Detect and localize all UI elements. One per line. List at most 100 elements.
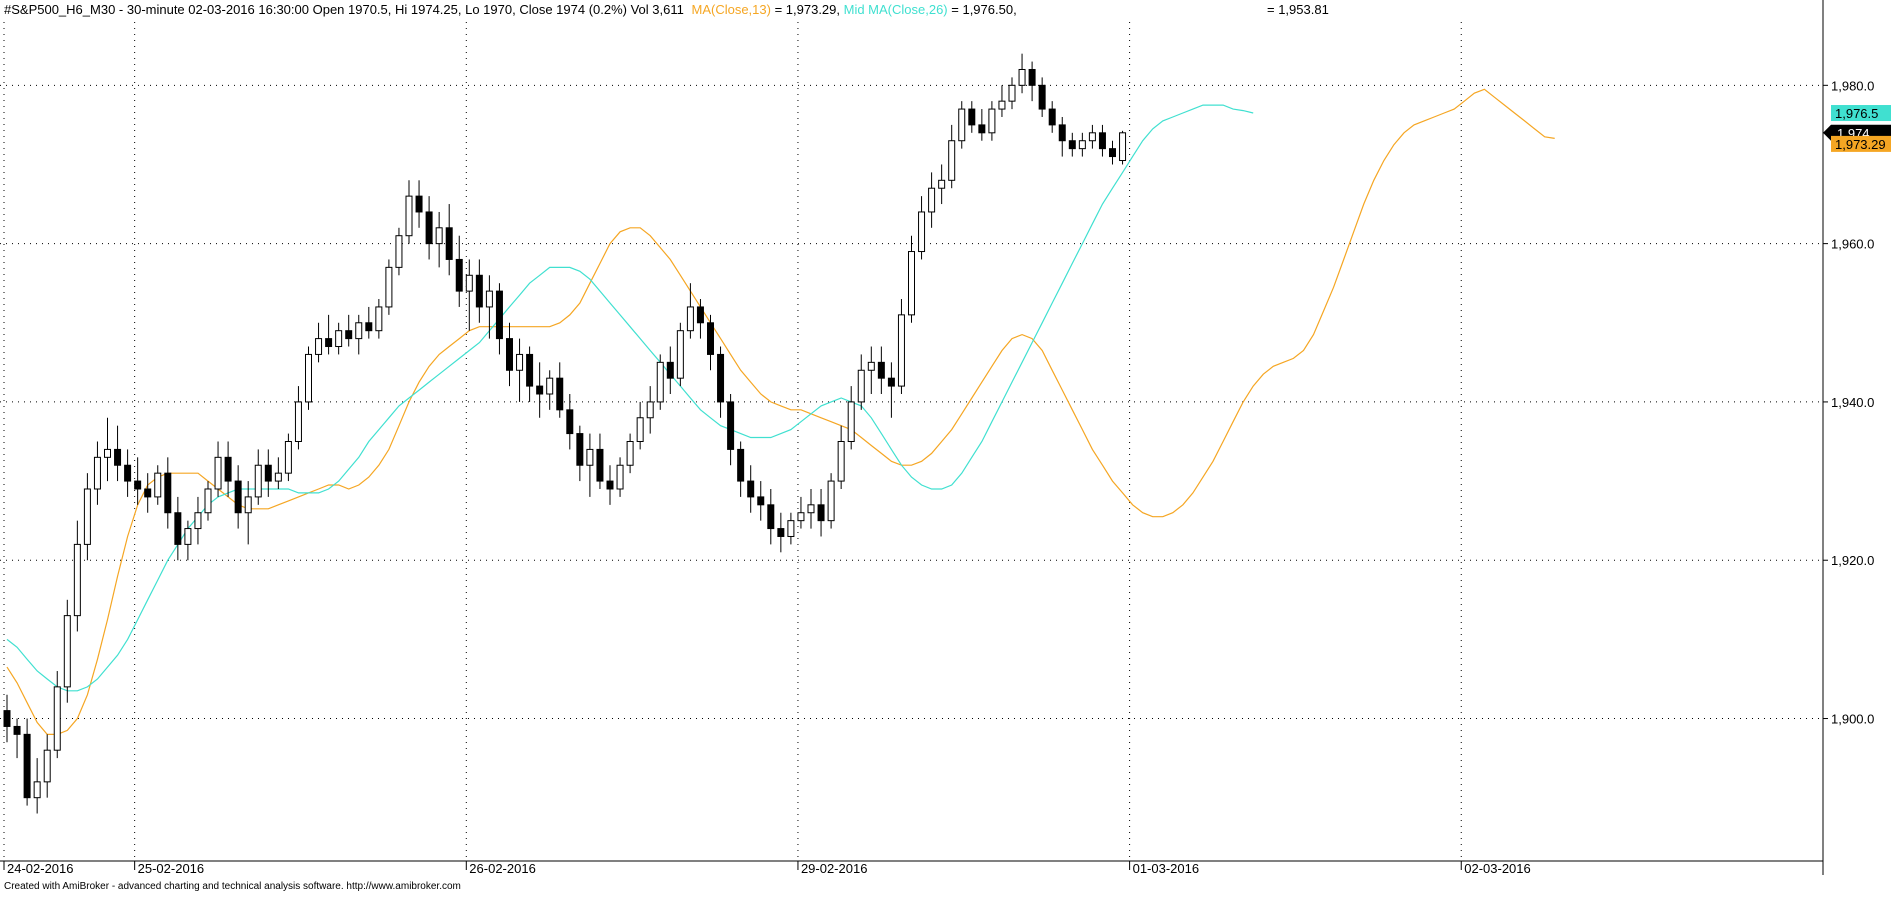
candle-body (556, 377, 564, 411)
candle-body (837, 441, 845, 482)
candle-body (606, 480, 614, 490)
candle-body (747, 480, 755, 498)
candle-body (1119, 132, 1127, 162)
candle-body (656, 361, 664, 403)
candle-body (114, 448, 122, 466)
candle (656, 354, 664, 410)
candle-body (847, 401, 855, 442)
candle-body (626, 441, 634, 466)
candle-body (204, 488, 212, 514)
x-tick-label: 24-02-2016 (7, 861, 74, 876)
candle-body (294, 401, 302, 442)
candle (676, 322, 684, 387)
candle-body (616, 464, 624, 490)
candle (827, 473, 835, 529)
candle-body (415, 195, 423, 213)
candle-body (596, 448, 604, 482)
candle-body (485, 290, 493, 308)
candle-body (23, 733, 31, 799)
candle-body (707, 322, 714, 355)
y-tick-label: 1,940.0 (1831, 395, 1874, 410)
candle-body (93, 456, 101, 490)
candle-body (887, 377, 895, 387)
candle-body (224, 456, 232, 482)
candle-body (877, 361, 885, 379)
footer-credit: Created with AmiBroker - advanced charti… (4, 881, 461, 892)
candle-body (53, 686, 61, 751)
candle-body (1028, 68, 1036, 86)
ma13-value-badge-text: 1,973.29 (1835, 137, 1886, 152)
candle-body (365, 322, 373, 332)
candle-body (646, 401, 654, 419)
x-tick-label: 26-02-2016 (469, 861, 536, 876)
candle-body (777, 528, 785, 537)
candle-body (435, 227, 443, 245)
candle-body (194, 512, 202, 530)
ma26-value-badge-text: 1,976.5 (1835, 106, 1878, 121)
candle-body (274, 472, 282, 482)
candle-body (455, 258, 463, 292)
y-tick-label: 1,960.0 (1831, 237, 1874, 252)
candle-body (134, 480, 142, 490)
candle-body (797, 512, 805, 522)
candle-body (1109, 148, 1116, 158)
candle-body (355, 322, 363, 340)
candle-body (475, 274, 483, 308)
candle-body (445, 227, 453, 260)
x-tick-label: 25-02-2016 (138, 861, 205, 876)
x-tick-label: 01-03-2016 (1133, 861, 1200, 876)
candle-body (867, 361, 875, 371)
candle-body (566, 409, 574, 435)
candle-body (897, 314, 905, 387)
candle-body (264, 464, 272, 482)
ma13-value-badge: 1,973.29 (1831, 135, 1891, 152)
candle-body (184, 528, 192, 545)
candle-body (315, 338, 323, 355)
candle-body (807, 504, 815, 514)
candle-body (63, 615, 71, 688)
candle-body (938, 179, 946, 189)
candle-body (124, 464, 132, 482)
candle (385, 259, 393, 315)
y-tick-label: 1,920.0 (1831, 553, 1874, 568)
extra-indicator-value: = 1,953.81 (1267, 2, 1329, 17)
candle-body (686, 306, 694, 332)
candle-body (284, 441, 292, 474)
ma26-legend-label: Mid MA(Close,26) (844, 2, 948, 17)
x-tick-label: 02-03-2016 (1464, 861, 1531, 876)
candle-body (104, 448, 111, 458)
candle-body (1098, 132, 1106, 150)
ma26-value-badge: 1,976.5 (1831, 105, 1891, 122)
candle-body (1058, 124, 1066, 142)
candle-body (244, 496, 252, 514)
candle-body (988, 108, 996, 134)
candle (63, 599, 71, 703)
candle-body (43, 749, 51, 783)
candle-body (33, 781, 41, 799)
candle-body (395, 235, 403, 268)
candle-body (918, 211, 926, 253)
candle-body (1088, 132, 1096, 142)
candle-body (958, 108, 966, 142)
candle-body (757, 496, 765, 506)
candle-body (375, 306, 383, 332)
candle-body (676, 330, 684, 379)
candle-body (254, 464, 262, 498)
candle-body (425, 211, 433, 245)
candle-body (817, 504, 825, 522)
candle-body (234, 480, 242, 514)
candle-body (405, 195, 413, 237)
candle-body (335, 330, 343, 348)
candle-body (495, 290, 503, 340)
header-title: #S&P500_H6_M30 - 30-minute 02-03-2016 16… (4, 2, 684, 17)
candle-body (154, 472, 162, 498)
candle-body (1048, 108, 1056, 126)
candle-body (978, 124, 986, 134)
candle-body (696, 306, 704, 324)
candle-body (1018, 68, 1026, 86)
candle-body (948, 140, 956, 181)
candle-body (83, 488, 91, 545)
y-tick-label: 1,980.0 (1831, 78, 1874, 93)
candle-body (1008, 84, 1016, 102)
candle-body (576, 433, 584, 466)
